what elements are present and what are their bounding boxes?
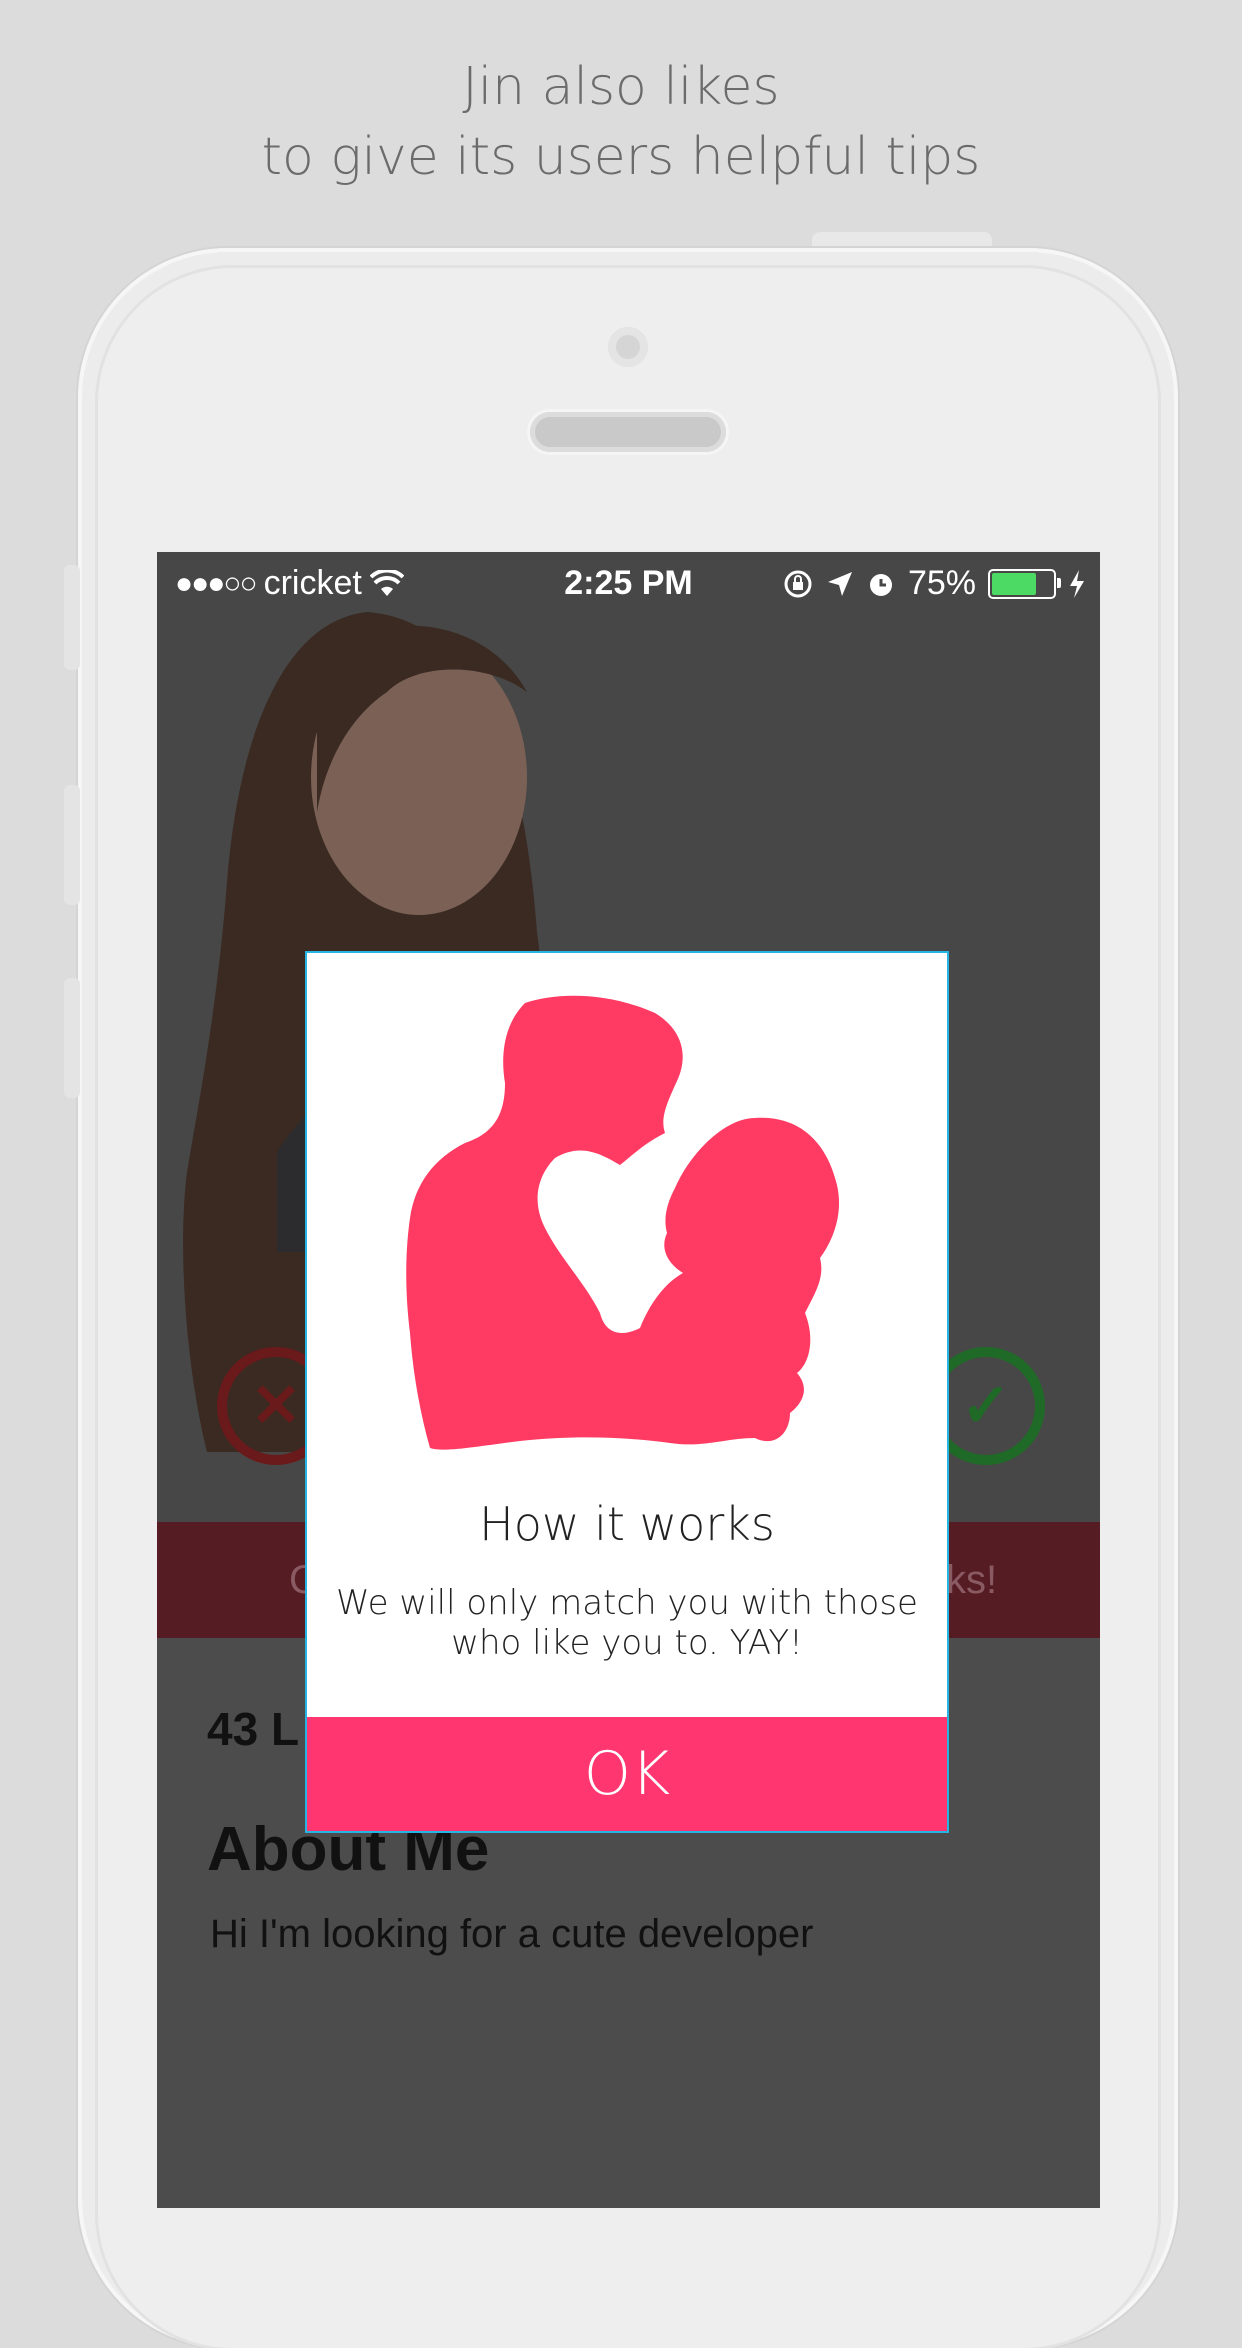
mute-switch [64,565,80,670]
battery-icon [988,568,1061,599]
power-button [812,232,992,248]
status-bar: ●●●○○ cricket 2:25 PM 75% [157,552,1100,618]
caption-line-1: Jin also likes [462,57,780,117]
rotation-lock-icon [784,570,812,597]
battery-percent: 75% [907,564,976,602]
volume-down-button [64,978,80,1098]
likes-banner-right: ks! [946,1558,998,1602]
charging-bolt-icon [1070,569,1084,598]
volume-up-button [64,785,80,905]
location-arrow-icon [827,571,852,596]
dialog-title: How it works [479,1497,775,1551]
ok-button[interactable]: OK [307,1717,947,1831]
battery-fill [992,572,1036,595]
dialog-message: We will only match you with those who li… [336,1583,918,1663]
about-text: Hi I'm looking for a cute developer [210,1912,814,1956]
couple-silhouette-icon [406,995,840,1450]
caption: Jin also likes to give its users helpful… [0,52,1242,192]
camera-icon [608,327,648,367]
likes-count: 43 L [207,1703,300,1755]
tip-dialog: How it works We will only match you with… [305,951,949,1833]
alarm-icon [869,573,892,596]
caption-line-2: to give its users helpful tips [261,127,981,187]
speaker-grille [530,412,726,452]
